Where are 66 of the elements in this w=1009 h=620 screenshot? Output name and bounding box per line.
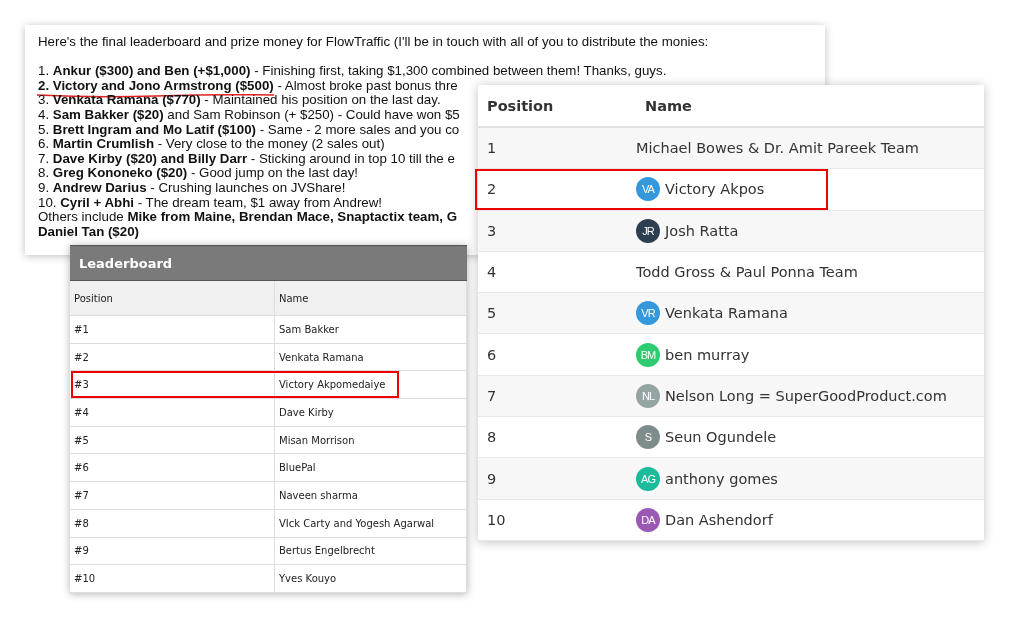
table-cell: ben murray	[665, 346, 750, 363]
email-line: Others include Mike from Maine, Brendan Mace, Snaptactix team, G	[38, 210, 457, 225]
table-cell-text: 4	[486, 264, 498, 281]
table-cell: #9	[70, 537, 275, 565]
table-cell: Nelson Long = SuperGoodProduct.com	[665, 387, 947, 404]
email-line: Daniel Tan ($20)	[38, 224, 139, 240]
table-cell: Misan Morrison	[275, 426, 467, 454]
email-line: 1. Ankur ($300) and Ben (+$1,000) - Finishing first, taking $1,300 combined between them! Thanks, guys.	[38, 64, 667, 79]
table-cell-text: 9	[486, 470, 498, 487]
email-line: 6. Martin Crumlish - Very close to the money (2 sales out)	[38, 137, 385, 152]
table-cell: #4	[70, 399, 275, 426]
email-intro: Here's the final leaderboard and prize money for FlowTraffic (I'll be in touch with all of you to distribute the monies:	[38, 35, 710, 50]
email-line: 3. Venkata Ramana ($770) - Maintained his position on the last day.	[38, 93, 441, 108]
table-cell: Dan Ashendorf	[665, 511, 773, 528]
table-cell: Venkata Ramana	[665, 305, 788, 322]
table-cell-text: 2	[486, 181, 498, 198]
table-cell-text: 7	[486, 387, 498, 404]
table-cell-text: 10	[486, 511, 507, 528]
table-cell: Todd Gross & Paul Ponna Team	[636, 264, 858, 281]
table-cell: #10	[70, 565, 275, 592]
table-cell: #2	[70, 343, 275, 371]
table-cell: #5	[70, 426, 275, 454]
table-cell: #6	[70, 454, 275, 482]
avatar: JR	[636, 218, 660, 243]
table-cell: Michael Bowes & Dr. Amit Pareek Team	[636, 140, 919, 157]
table-cell: Yves Kouyo	[275, 565, 467, 592]
avatar: AG	[636, 466, 660, 491]
table-cell: Sam Bakker	[275, 316, 467, 343]
table-cell: Victory Akpomedaiye	[275, 371, 467, 399]
table-cell-text: 3	[486, 222, 498, 239]
email-line: 5. Brett Ingram and Mo Latif ($100) - Same - 2 more sales and you co	[38, 122, 460, 138]
table-cell: #1	[70, 316, 275, 343]
table-cell: Venkata Ramana	[275, 343, 467, 371]
column-header: Name	[275, 281, 467, 315]
table-cell: VIck Carty and Yogesh Agarwal	[275, 509, 467, 537]
column-header: Name	[644, 97, 693, 114]
email-line: 10. Cyril + Abhi - The dream team, $1 away from Andrew!	[38, 195, 383, 211]
column-header: Position	[486, 97, 555, 114]
table-cell: anthony gomes	[665, 470, 778, 487]
table-cell: Victory Akpos	[665, 181, 765, 198]
avatar: VR	[636, 301, 660, 326]
avatar: NL	[636, 383, 660, 408]
table-cell: #7	[70, 482, 275, 509]
avatar: DA	[636, 507, 660, 532]
table-cell: Seun Ogundele	[665, 429, 777, 446]
column-header: Position	[70, 281, 275, 315]
avatar: BM	[636, 342, 660, 367]
table-cell: Josh Ratta	[665, 222, 739, 239]
email-line: 9. Andrew Darius - Crushing launches on JVShare!	[38, 180, 346, 196]
table-cell: Bertus Engelbrecht	[275, 537, 467, 565]
email-line: 7. Dave Kirby ($20) and Billy Darr - Sticking around in top 10 till the e	[38, 151, 455, 167]
email-line: 4. Sam Bakker ($20) and Sam Robinson (+ $250) - Could have won $5	[38, 107, 460, 123]
table-cell: Dave Kirby	[275, 399, 467, 426]
email-line: 2. Victory and Jono Armstrong ($500) - Almost broke past bonus thre	[38, 78, 458, 94]
table-cell: Naveen sharma	[275, 482, 467, 509]
avatar: VA	[636, 177, 660, 202]
avatar: S	[636, 425, 660, 450]
table-cell-text: 5	[486, 305, 498, 322]
email-line: 8. Greg Kononeko ($20) - Good jump on the last day!	[38, 166, 358, 181]
leaderboard-title: Leaderboard	[70, 245, 467, 281]
table-cell-text: 6	[486, 346, 498, 363]
table-cell-text: 1	[486, 140, 498, 157]
table-cell: #8	[70, 509, 275, 537]
table-cell: BluePal	[275, 454, 467, 482]
table-cell-text: 8	[486, 429, 498, 446]
table-cell: #3	[70, 371, 275, 399]
